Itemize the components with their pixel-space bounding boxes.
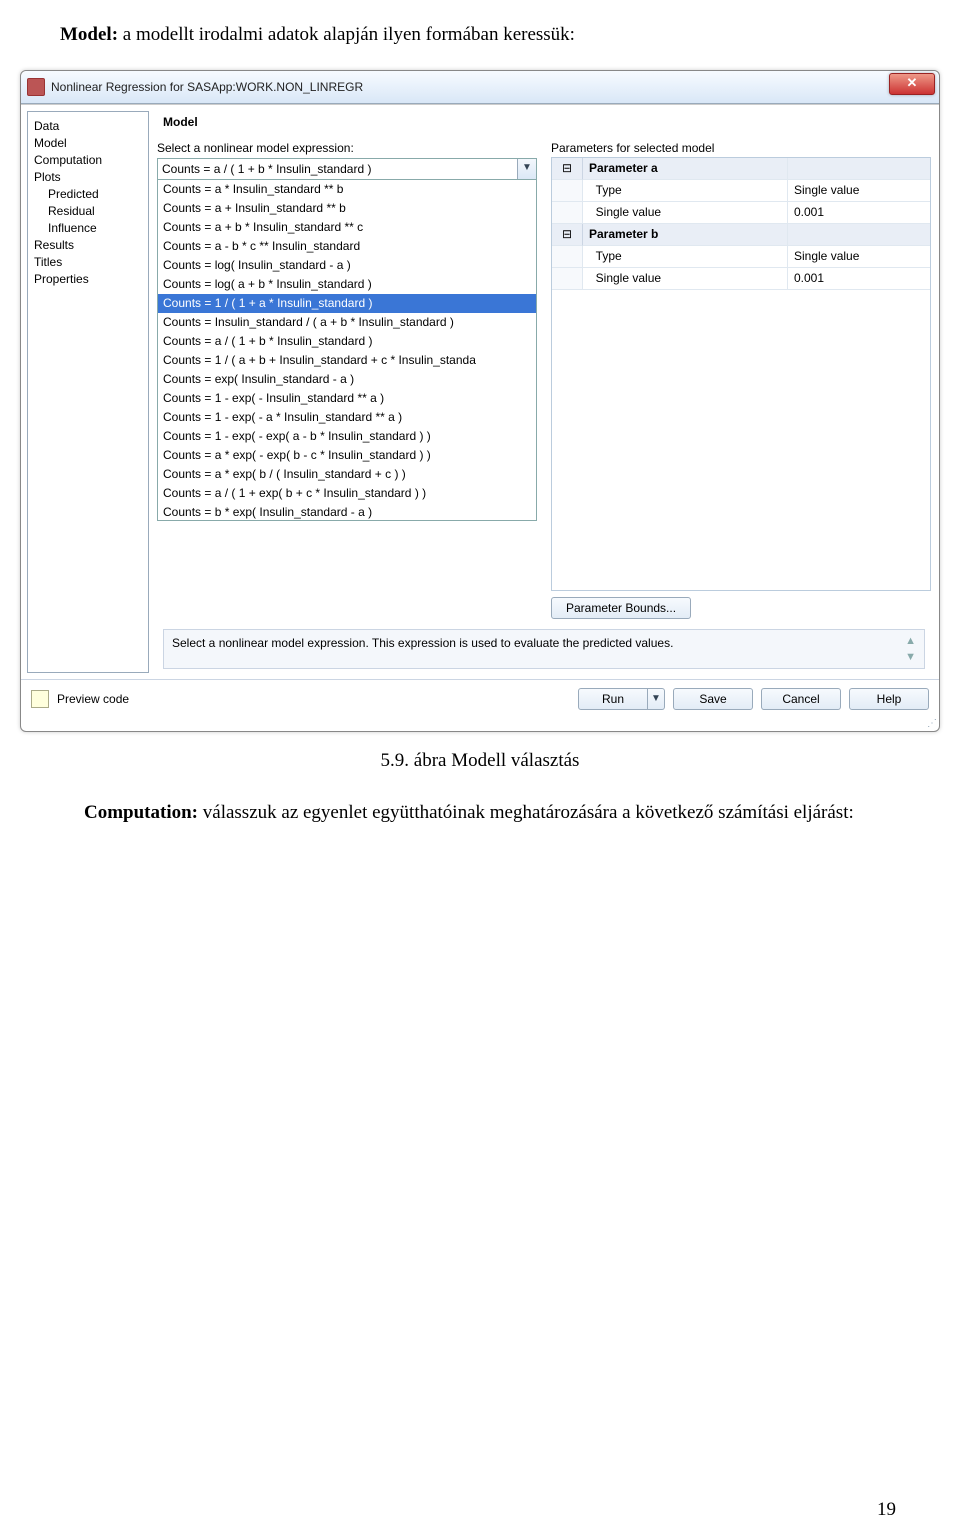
parameter-group: Parameter a [583,158,788,180]
sidebar-item-residual[interactable]: Residual [34,203,144,220]
parameter-key: Type [583,180,788,202]
app-window: Nonlinear Regression for SASApp:WORK.NON… [20,70,940,732]
chevron-down-icon[interactable]: ▼ [648,688,665,710]
parameter-key: Single value [583,268,788,290]
parameters-grid[interactable]: ⊟Parameter a TypeSingle value Single val… [551,157,931,591]
dropdown-item[interactable]: Counts = 1 - exp( - exp( a - b * Insulin… [158,427,536,446]
sidebar-item-titles[interactable]: Titles [34,254,144,271]
parameter-group-value [788,158,930,180]
select-expression-label: Select a nonlinear model expression: [157,141,537,155]
parameter-value[interactable]: Single value [788,246,930,268]
collapse-icon[interactable]: ⊟ [552,224,583,246]
figure-caption: 5.9. ábra Modell választás [60,750,900,772]
doc-intro-text: Model: a modellt irodalmi adatok alapján… [60,24,900,46]
sidebar-item-predicted[interactable]: Predicted [34,186,144,203]
parameters-label: Parameters for selected model [551,141,931,155]
dropdown-item[interactable]: Counts = 1 - exp( - a * Insulin_standard… [158,408,536,427]
preview-code-link[interactable]: Preview code [57,692,129,706]
run-button[interactable]: Run [578,688,648,710]
dropdown-item[interactable]: Counts = a + Insulin_standard ** b [158,199,536,218]
doc-computation-text: Computation: válasszuk az egyenlet együt… [84,800,900,827]
scroll-arrows-icon[interactable]: ▲▼ [905,636,916,662]
dropdown-item[interactable]: Counts = b * exp( Insulin_standard - a ) [158,503,536,521]
dropdown-item[interactable]: Counts = a + b * Insulin_standard ** c [158,218,536,237]
parameter-key: Type [583,246,788,268]
chevron-down-icon[interactable]: ▼ [517,159,536,179]
sidebar-item-model[interactable]: Model [34,135,144,152]
dropdown-item[interactable]: Counts = 1 - exp( - Insulin_standard ** … [158,389,536,408]
sidebar-item-computation[interactable]: Computation [34,152,144,169]
parameter-bounds-button[interactable]: Parameter Bounds... [551,597,691,619]
app-icon [27,78,45,96]
parameter-key: Single value [583,202,788,224]
sidebar-item-influence[interactable]: Influence [34,220,144,237]
close-icon[interactable]: ✕ [889,73,935,95]
model-expression-dropdown[interactable]: Counts = a * Insulin_standard ** bCounts… [157,180,537,521]
dropdown-item[interactable]: Counts = log( Insulin_standard - a ) [158,256,536,275]
resize-grip-icon[interactable]: ⋰ [21,718,939,731]
cancel-button[interactable]: Cancel [761,688,841,710]
sidebar-item-properties[interactable]: Properties [34,271,144,288]
nav-sidebar: DataModelComputationPlotsPredictedResidu… [27,111,149,673]
model-expression-combo[interactable]: ▼ [157,158,537,180]
dropdown-item[interactable]: Counts = a / ( 1 + exp( b + c * Insulin_… [158,484,536,503]
dialog-footer: Preview code Run ▼ Save Cancel Help [21,679,939,718]
parameter-value[interactable]: 0.001 [788,202,930,224]
model-expression-input[interactable] [158,159,517,179]
collapse-icon[interactable]: ⊟ [552,158,583,180]
dropdown-item[interactable]: Counts = a / ( 1 + b * Insulin_standard … [158,332,536,351]
preview-code-icon[interactable] [31,690,49,708]
parameter-group: Parameter b [583,224,788,246]
dropdown-item[interactable]: Counts = log( a + b * Insulin_standard ) [158,275,536,294]
dropdown-item[interactable]: Counts = 1 / ( a + b + Insulin_standard … [158,351,536,370]
sidebar-item-data[interactable]: Data [34,118,144,135]
page-number: 19 [877,1499,896,1521]
dropdown-item[interactable]: Counts = 1 / ( 1 + a * Insulin_standard … [158,294,536,313]
help-text: Select a nonlinear model expression. Thi… [172,636,673,650]
save-button[interactable]: Save [673,688,753,710]
sidebar-item-results[interactable]: Results [34,237,144,254]
run-split-button[interactable]: Run ▼ [578,688,665,710]
parameter-group-value [788,224,930,246]
parameter-value[interactable]: Single value [788,180,930,202]
help-button[interactable]: Help [849,688,929,710]
sidebar-item-plots[interactable]: Plots [34,169,144,186]
window-title: Nonlinear Regression for SASApp:WORK.NON… [51,80,363,94]
dropdown-item[interactable]: Counts = a * exp( b / ( Insulin_standard… [158,465,536,484]
dropdown-item[interactable]: Counts = Insulin_standard / ( a + b * In… [158,313,536,332]
parameter-value[interactable]: 0.001 [788,268,930,290]
dropdown-item[interactable]: Counts = a * Insulin_standard ** b [158,180,536,199]
window-titlebar[interactable]: Nonlinear Regression for SASApp:WORK.NON… [21,71,939,104]
help-strip: Select a nonlinear model expression. Thi… [163,629,925,669]
panel-heading: Model [163,115,931,129]
dropdown-item[interactable]: Counts = a - b * c ** Insulin_standard [158,237,536,256]
dropdown-item[interactable]: Counts = a * exp( - exp( b - c * Insulin… [158,446,536,465]
dropdown-item[interactable]: Counts = exp( Insulin_standard - a ) [158,370,536,389]
